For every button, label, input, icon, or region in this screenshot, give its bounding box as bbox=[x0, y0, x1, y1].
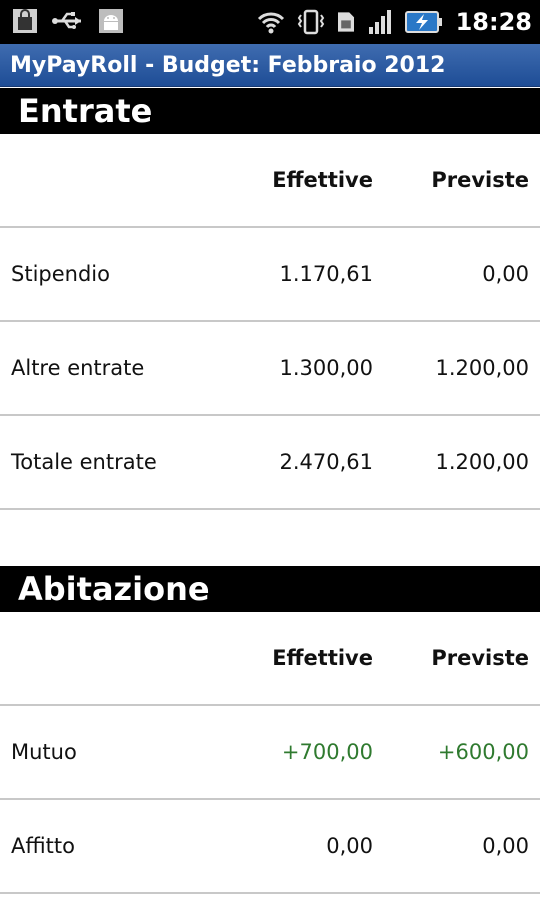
budget-row-mutuo[interactable]: Mutuo +700,00 +600,00 bbox=[0, 706, 540, 800]
shopping-bag-icon bbox=[13, 9, 37, 33]
previste-value: 0,00 bbox=[482, 834, 529, 858]
usb-icon bbox=[52, 12, 81, 29]
previste-value: 0,00 bbox=[482, 262, 529, 286]
status-bar: 18:28 bbox=[0, 0, 540, 44]
sim-icon bbox=[337, 12, 354, 32]
section-header-abitazione: Abitazione bbox=[0, 566, 540, 612]
row-label: Mutuo bbox=[11, 740, 77, 764]
column-header-previste: Previste bbox=[431, 168, 529, 192]
effettive-value: 0,00 bbox=[326, 834, 373, 858]
row-label: Altre entrate bbox=[11, 356, 145, 380]
previste-value: 1.200,00 bbox=[435, 450, 529, 474]
budget-row-affitto[interactable]: Affitto 0,00 0,00 bbox=[0, 800, 540, 894]
clock: 18:28 bbox=[455, 8, 532, 36]
previste-value: 1.200,00 bbox=[435, 356, 529, 380]
section-header-entrate: Entrate bbox=[0, 88, 540, 134]
battery-charging-icon bbox=[404, 11, 442, 33]
budget-row-totale-entrate[interactable]: Totale entrate 2.470,61 1.200,00 bbox=[0, 416, 540, 510]
previste-value: +600,00 bbox=[437, 740, 529, 764]
column-header-previste: Previste bbox=[431, 646, 529, 670]
app-title: MyPayRoll - Budget: Febbraio 2012 bbox=[0, 44, 540, 87]
android-icon bbox=[99, 9, 123, 33]
effettive-value: 1.170,61 bbox=[279, 262, 373, 286]
wifi-icon bbox=[257, 12, 284, 34]
budget-row-stipendio[interactable]: Stipendio 1.170,61 0,00 bbox=[0, 228, 540, 322]
row-label: Stipendio bbox=[11, 262, 110, 286]
system-icons: 18:28 bbox=[254, 4, 532, 40]
budget-row-altre-entrate[interactable]: Altre entrate 1.300,00 1.200,00 bbox=[0, 322, 540, 416]
row-label: Totale entrate bbox=[11, 450, 157, 474]
budget-list: Entrate Effettive Previste Stipendio 1.1… bbox=[0, 88, 540, 894]
effettive-value: 1.300,00 bbox=[279, 356, 373, 380]
column-header-row: Effettive Previste bbox=[0, 612, 540, 706]
effettive-value: +700,00 bbox=[281, 740, 373, 764]
column-header-effettive: Effettive bbox=[272, 646, 373, 670]
vibrate-icon bbox=[297, 9, 324, 35]
signal-icon bbox=[368, 10, 391, 34]
column-header-effettive: Effettive bbox=[272, 168, 373, 192]
effettive-value: 2.470,61 bbox=[279, 450, 373, 474]
row-label: Affitto bbox=[11, 834, 75, 858]
notification-icons bbox=[10, 6, 126, 36]
column-header-row: Effettive Previste bbox=[0, 134, 540, 228]
